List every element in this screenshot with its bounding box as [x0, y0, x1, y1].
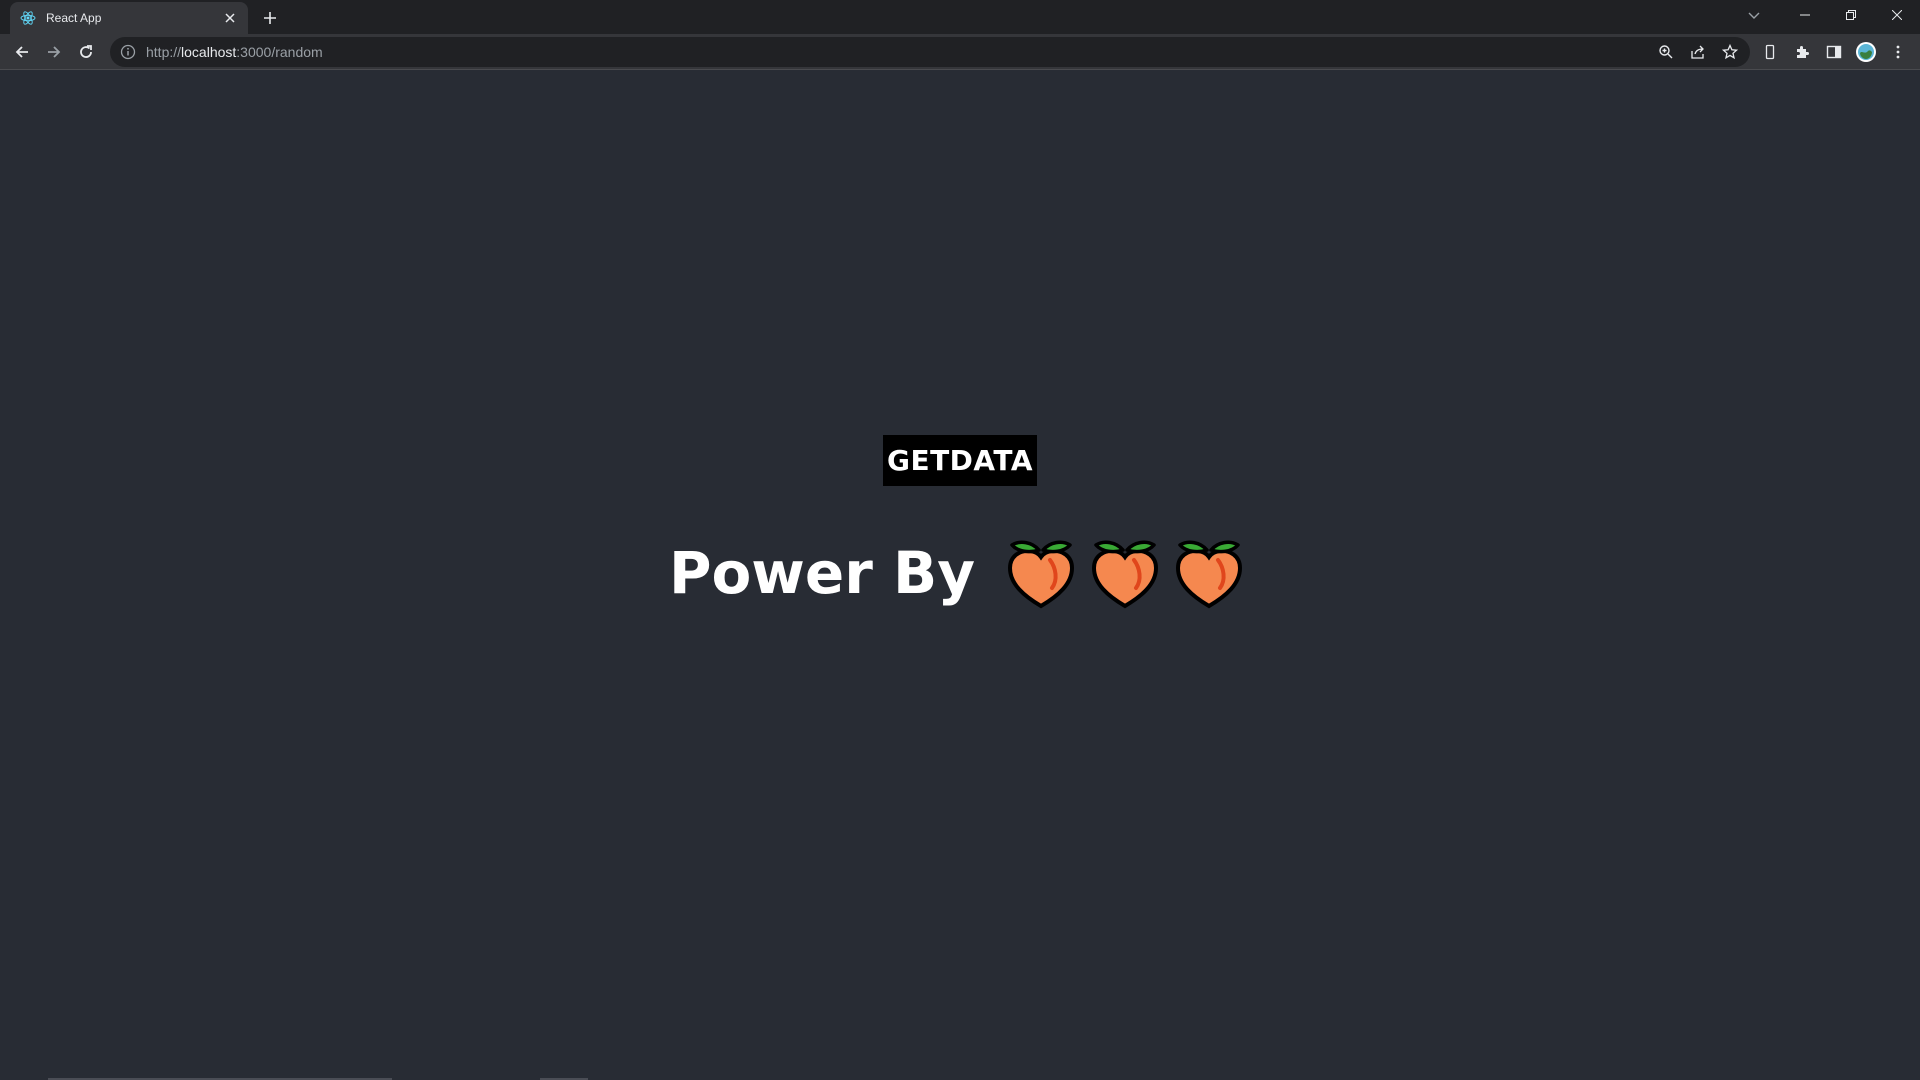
reload-icon[interactable] [72, 38, 100, 66]
omnibox-actions [1654, 40, 1742, 64]
bookmark-star-icon[interactable] [1718, 40, 1742, 64]
tab-search-icon[interactable] [1740, 3, 1768, 29]
new-tab-icon[interactable] [258, 6, 282, 30]
restore-icon[interactable] [1828, 0, 1874, 30]
tab-title: React App [46, 11, 102, 25]
power-by-heading: Power By [0, 528, 1920, 618]
power-by-text: Power By [668, 539, 976, 607]
side-panel-icon[interactable] [1820, 38, 1848, 66]
url-text: http://localhost:3000/random [146, 44, 323, 60]
peach-icon [1088, 536, 1162, 610]
browser-tab[interactable]: React App [10, 2, 248, 34]
menu-kebab-icon[interactable] [1884, 38, 1912, 66]
profile-avatar[interactable] [1852, 38, 1880, 66]
close-window-icon[interactable] [1874, 0, 1920, 30]
extensions-icon[interactable] [1788, 38, 1816, 66]
peach-icon [1004, 536, 1078, 610]
url-path: :3000/random [236, 44, 323, 60]
window-controls [1782, 0, 1920, 30]
browser-toolbar: http://localhost:3000/random [0, 34, 1920, 70]
close-tab-icon[interactable] [222, 10, 238, 26]
react-icon [20, 10, 36, 26]
url-host: localhost [181, 44, 237, 60]
peach-icon [1172, 536, 1246, 610]
back-icon[interactable] [8, 38, 36, 66]
page-content: GETDATA Power By [0, 70, 1920, 1080]
site-info-icon[interactable] [120, 44, 136, 60]
forward-icon[interactable] [40, 38, 68, 66]
getdata-button[interactable]: GETDATA [883, 435, 1037, 486]
phone-icon[interactable] [1756, 38, 1784, 66]
minimize-icon[interactable] [1782, 0, 1828, 30]
url-scheme: http:// [146, 44, 182, 60]
zoom-icon[interactable] [1654, 40, 1678, 64]
address-bar[interactable]: http://localhost:3000/random [110, 37, 1750, 67]
share-icon[interactable] [1686, 40, 1710, 64]
tab-strip: React App [0, 0, 1920, 34]
